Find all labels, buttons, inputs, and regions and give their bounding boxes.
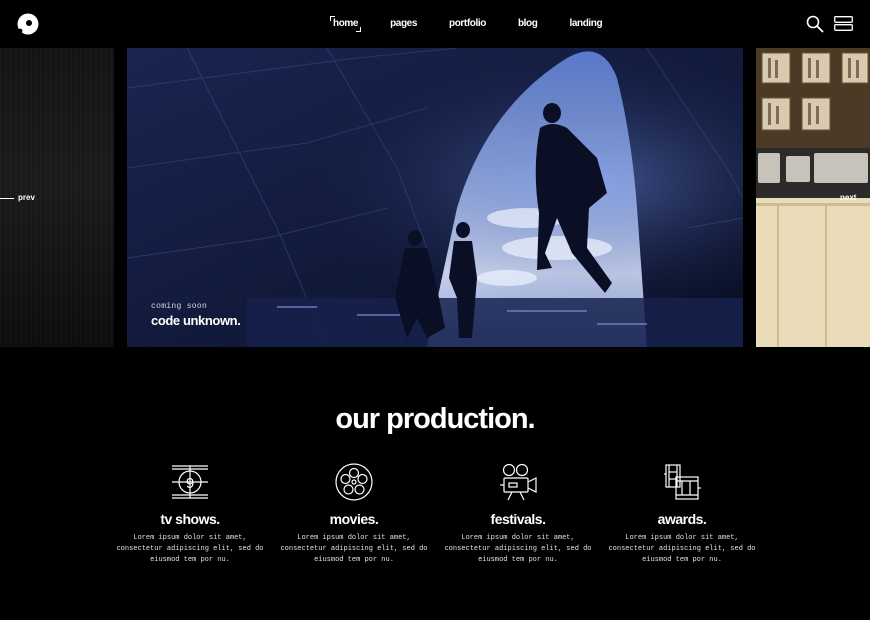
feature-festivals: festivals. Lorem ipsum dolor sit amet, c… xyxy=(436,462,600,566)
svg-text:9: 9 xyxy=(186,475,194,492)
nav-item-pages[interactable]: pages xyxy=(387,18,420,29)
next-slide-preview[interactable]: next xyxy=(756,48,870,347)
feature-tv-shows: 9 tv shows. Lorem ipsum dolor sit amet, … xyxy=(108,462,272,566)
nav-item-portfolio[interactable]: portfolio xyxy=(446,18,489,29)
nav-item-home[interactable]: home xyxy=(330,16,362,32)
next-button[interactable]: next xyxy=(840,193,856,202)
site-header: home pages portfolio blog landing xyxy=(0,0,870,48)
film-camera-icon xyxy=(500,463,537,501)
nav-item-landing[interactable]: landing xyxy=(566,18,605,29)
feature-text: Lorem ipsum dolor sit amet, consectetur … xyxy=(116,534,264,564)
feature-title: tv shows. xyxy=(160,511,220,527)
feature-awards: awards. Lorem ipsum dolor sit amet, cons… xyxy=(600,462,764,566)
feature-title: awards. xyxy=(657,511,707,527)
main-nav: home pages portfolio blog landing xyxy=(330,16,631,32)
slide-title[interactable]: code unknown. xyxy=(151,313,241,328)
feature-title: movies. xyxy=(329,511,379,527)
slide-image xyxy=(127,48,743,347)
feature-text: Lorem ipsum dolor sit amet, consectetur … xyxy=(280,534,428,564)
feature-title: festivals. xyxy=(490,511,546,527)
film-reel-icon xyxy=(335,463,373,501)
current-slide[interactable]: coming soon code unknown. xyxy=(127,48,743,347)
feature-text: Lorem ipsum dolor sit amet, consectetur … xyxy=(608,534,756,564)
menu-icon[interactable] xyxy=(834,16,853,31)
logo-icon[interactable] xyxy=(17,13,39,35)
prev-button[interactable]: prev xyxy=(18,193,35,202)
search-icon[interactable] xyxy=(806,15,824,33)
feature-text: Lorem ipsum dolor sit amet, consectetur … xyxy=(444,534,592,564)
prev-slide-preview[interactable]: prev xyxy=(0,48,114,347)
tv-countdown-icon: 9 xyxy=(172,465,208,499)
production-list: 9 tv shows. Lorem ipsum dolor sit amet, … xyxy=(108,462,764,566)
feature-movies: movies. Lorem ipsum dolor sit amet, cons… xyxy=(272,462,436,566)
nav-item-blog[interactable]: blog xyxy=(515,18,541,29)
slide-subtitle: coming soon xyxy=(151,302,208,311)
section-title: our production. xyxy=(335,403,535,435)
prev-indicator-line xyxy=(0,198,14,199)
film-strip-icon xyxy=(664,464,701,500)
